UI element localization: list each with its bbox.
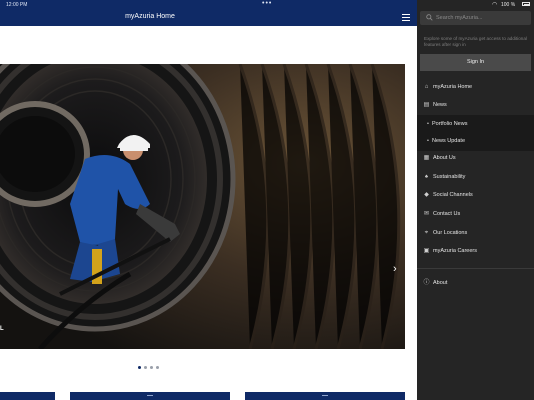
news-icon: ▤: [423, 102, 430, 108]
app-header: myAzuria Home: [0, 9, 417, 26]
sidebar-item-label: Sustainability: [433, 174, 466, 180]
sidebar-item-label: About Us: [433, 155, 456, 161]
location-icon: ⌖: [424, 230, 429, 236]
briefcase-icon: ▣: [423, 248, 430, 254]
carousel-pagination[interactable]: [138, 356, 162, 369]
battery-percentage: 100 %: [501, 2, 516, 8]
carousel-dot[interactable]: [156, 366, 159, 369]
status-time: 12:00 PM: [6, 2, 28, 8]
sidebar-item-label: myAzuria Careers: [433, 248, 478, 254]
quick-link-tile-1[interactable]: [0, 392, 55, 400]
hero-caption: L: [0, 326, 4, 332]
sidebar-item-label: myAzuria Home: [433, 84, 473, 90]
status-bar-right: ◠ 100 %: [417, 0, 534, 9]
sidebar-item-label: News: [433, 102, 447, 108]
quick-link-tile-3[interactable]: [245, 392, 405, 400]
sidebar-item-label: Contact Us: [433, 211, 461, 217]
menu-divider: [417, 268, 534, 269]
quick-link-tile-2[interactable]: [70, 392, 230, 400]
tile-icon: [147, 395, 153, 400]
bullet-icon: •: [427, 121, 429, 127]
battery-icon: [522, 2, 530, 6]
signin-notice: Explore some of myAzuria get access to a…: [424, 36, 527, 47]
hamburger-menu-icon[interactable]: [402, 14, 411, 22]
carousel-dot[interactable]: [144, 366, 147, 369]
hero-image: [0, 64, 405, 349]
sidebar-item-label: News Update: [432, 138, 466, 144]
share-icon: ◆: [424, 192, 429, 198]
tile-icon: [322, 395, 328, 400]
sidebar-item-myazuria-careers[interactable]: ▣ myAzuria Careers: [417, 242, 534, 261]
sign-in-button[interactable]: Sign In: [420, 54, 531, 71]
page-title: myAzuria Home: [125, 13, 175, 20]
sidebar-item-our-locations[interactable]: ⌖ Our Locations: [417, 224, 534, 243]
multitask-dots[interactable]: •••: [262, 0, 272, 7]
sidebar-item-label: Our Locations: [433, 230, 468, 236]
sidebar-item-about[interactable]: ⓘ About: [417, 274, 534, 293]
sidebar-item-contact-us[interactable]: ✉ Contact Us: [417, 205, 534, 224]
carousel-dot[interactable]: [150, 366, 153, 369]
main-app-pane: 12:00 PM ••• myAzuria Home › L: [0, 0, 417, 400]
sidebar-item-news[interactable]: ▤ News: [417, 96, 534, 115]
sidebar-item-sustainability[interactable]: ♠ Sustainability: [417, 168, 534, 187]
navigation-drawer: ◠ 100 % Explore some of myAzuria get acc…: [417, 0, 534, 400]
hero-carousel[interactable]: ›: [0, 64, 405, 349]
carousel-next-icon[interactable]: ›: [393, 263, 401, 275]
sidebar-item-label: Social Channels: [433, 192, 473, 198]
carousel-dot[interactable]: [138, 366, 141, 369]
search-icon: [426, 14, 433, 21]
search-input[interactable]: [436, 13, 526, 23]
mail-icon: ✉: [423, 211, 430, 217]
sidebar-item-myazuria-home[interactable]: ⌂ myAzuria Home: [417, 78, 534, 97]
bullet-icon: •: [427, 138, 429, 144]
wifi-icon: ◠: [492, 2, 498, 8]
sidebar-item-label: About: [433, 280, 448, 286]
search-bar[interactable]: [420, 11, 531, 25]
sidebar-item-social-channels[interactable]: ◆ Social Channels: [417, 186, 534, 205]
info-icon: ▦: [423, 155, 430, 161]
leaf-icon: ♠: [424, 174, 429, 180]
status-bar: 12:00 PM •••: [0, 0, 417, 9]
home-icon: ⌂: [424, 84, 429, 90]
sidebar-item-about-us[interactable]: ▦ About Us: [417, 149, 534, 168]
info-circle-icon: ⓘ: [423, 280, 430, 286]
sidebar-item-label: Portfolio News: [432, 121, 468, 127]
